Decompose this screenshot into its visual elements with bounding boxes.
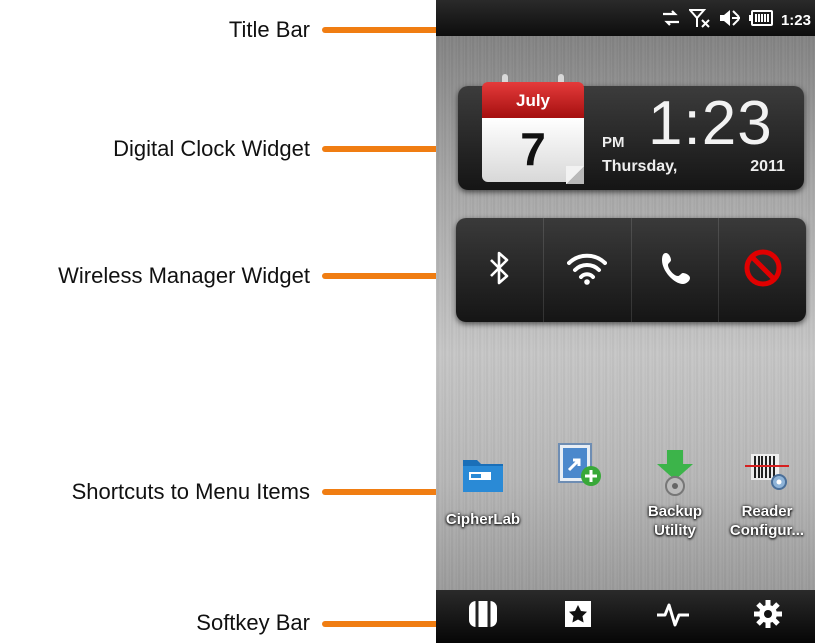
cipherlab-folder-icon bbox=[459, 450, 507, 498]
reader-config-icon bbox=[743, 448, 791, 496]
activity-icon bbox=[656, 601, 690, 632]
backup-utility-icon bbox=[651, 448, 699, 496]
softkey-bar bbox=[436, 590, 815, 643]
bluetooth-icon bbox=[487, 250, 511, 291]
annotation-softkey-bar: Softkey Bar bbox=[196, 610, 310, 635]
phone-icon bbox=[660, 251, 690, 290]
prohibited-icon bbox=[743, 248, 783, 293]
softkey-phonebook[interactable] bbox=[436, 590, 531, 643]
annotation-line-title-bar bbox=[322, 27, 446, 33]
shortcut-label: CipherLab bbox=[445, 511, 521, 528]
shortcut-label: Backup Utility bbox=[647, 503, 703, 539]
shortcut-add[interactable] bbox=[534, 440, 624, 488]
settings-gear-icon bbox=[752, 598, 784, 635]
shortcut-reader-configuration[interactable]: Reader Configur... bbox=[722, 448, 812, 540]
softkey-settings[interactable] bbox=[720, 590, 815, 643]
flight-mode-toggle[interactable] bbox=[719, 218, 806, 322]
favorites-icon bbox=[563, 599, 593, 634]
phone-toggle[interactable] bbox=[632, 218, 720, 322]
softkey-favorites[interactable] bbox=[531, 590, 626, 643]
wifi-toggle[interactable] bbox=[544, 218, 632, 322]
title-bar: 1:23 bbox=[436, 0, 815, 36]
calendar-month: July bbox=[482, 82, 584, 118]
phone-screen: 1:23 July 7 PM 1:23 Thursday, 2011 Ciphe… bbox=[436, 0, 815, 643]
no-signal-icon[interactable] bbox=[687, 8, 711, 32]
clock-ampm: PM bbox=[602, 134, 625, 151]
phone-book-icon bbox=[466, 597, 500, 636]
clock-weekday: Thursday, bbox=[602, 158, 678, 175]
softkey-activity[interactable] bbox=[626, 590, 721, 643]
annotation-title-bar: Title Bar bbox=[228, 17, 310, 42]
calendar-icon[interactable]: July 7 bbox=[482, 72, 584, 184]
clock-year: 2011 bbox=[750, 158, 785, 175]
shortcut-cipherlab[interactable]: CipherLab bbox=[438, 450, 528, 529]
clock-time: 1:23 bbox=[648, 89, 773, 158]
status-icons: 1:23 bbox=[661, 8, 811, 32]
annotation-shortcuts-to-menu-items: Shortcuts to Menu Items bbox=[71, 479, 310, 504]
calendar-page-fold bbox=[566, 166, 584, 184]
battery-icon[interactable] bbox=[748, 10, 773, 30]
annotation-wireless-manager-widget: Wireless Manager Widget bbox=[58, 263, 310, 288]
shortcut-backup-utility[interactable]: Backup Utility bbox=[630, 448, 720, 540]
speaker-muted-icon[interactable] bbox=[719, 8, 741, 32]
add-shortcut-icon bbox=[555, 440, 603, 488]
wifi-icon bbox=[567, 251, 608, 290]
annotation-digital-clock-widget: Digital Clock Widget bbox=[113, 136, 310, 161]
shortcut-label: Reader Configur... bbox=[729, 503, 805, 539]
bluetooth-toggle[interactable] bbox=[456, 218, 544, 322]
data-sync-icon[interactable] bbox=[661, 9, 681, 31]
status-time[interactable]: 1:23 bbox=[781, 12, 811, 29]
wireless-manager-widget bbox=[456, 218, 806, 322]
